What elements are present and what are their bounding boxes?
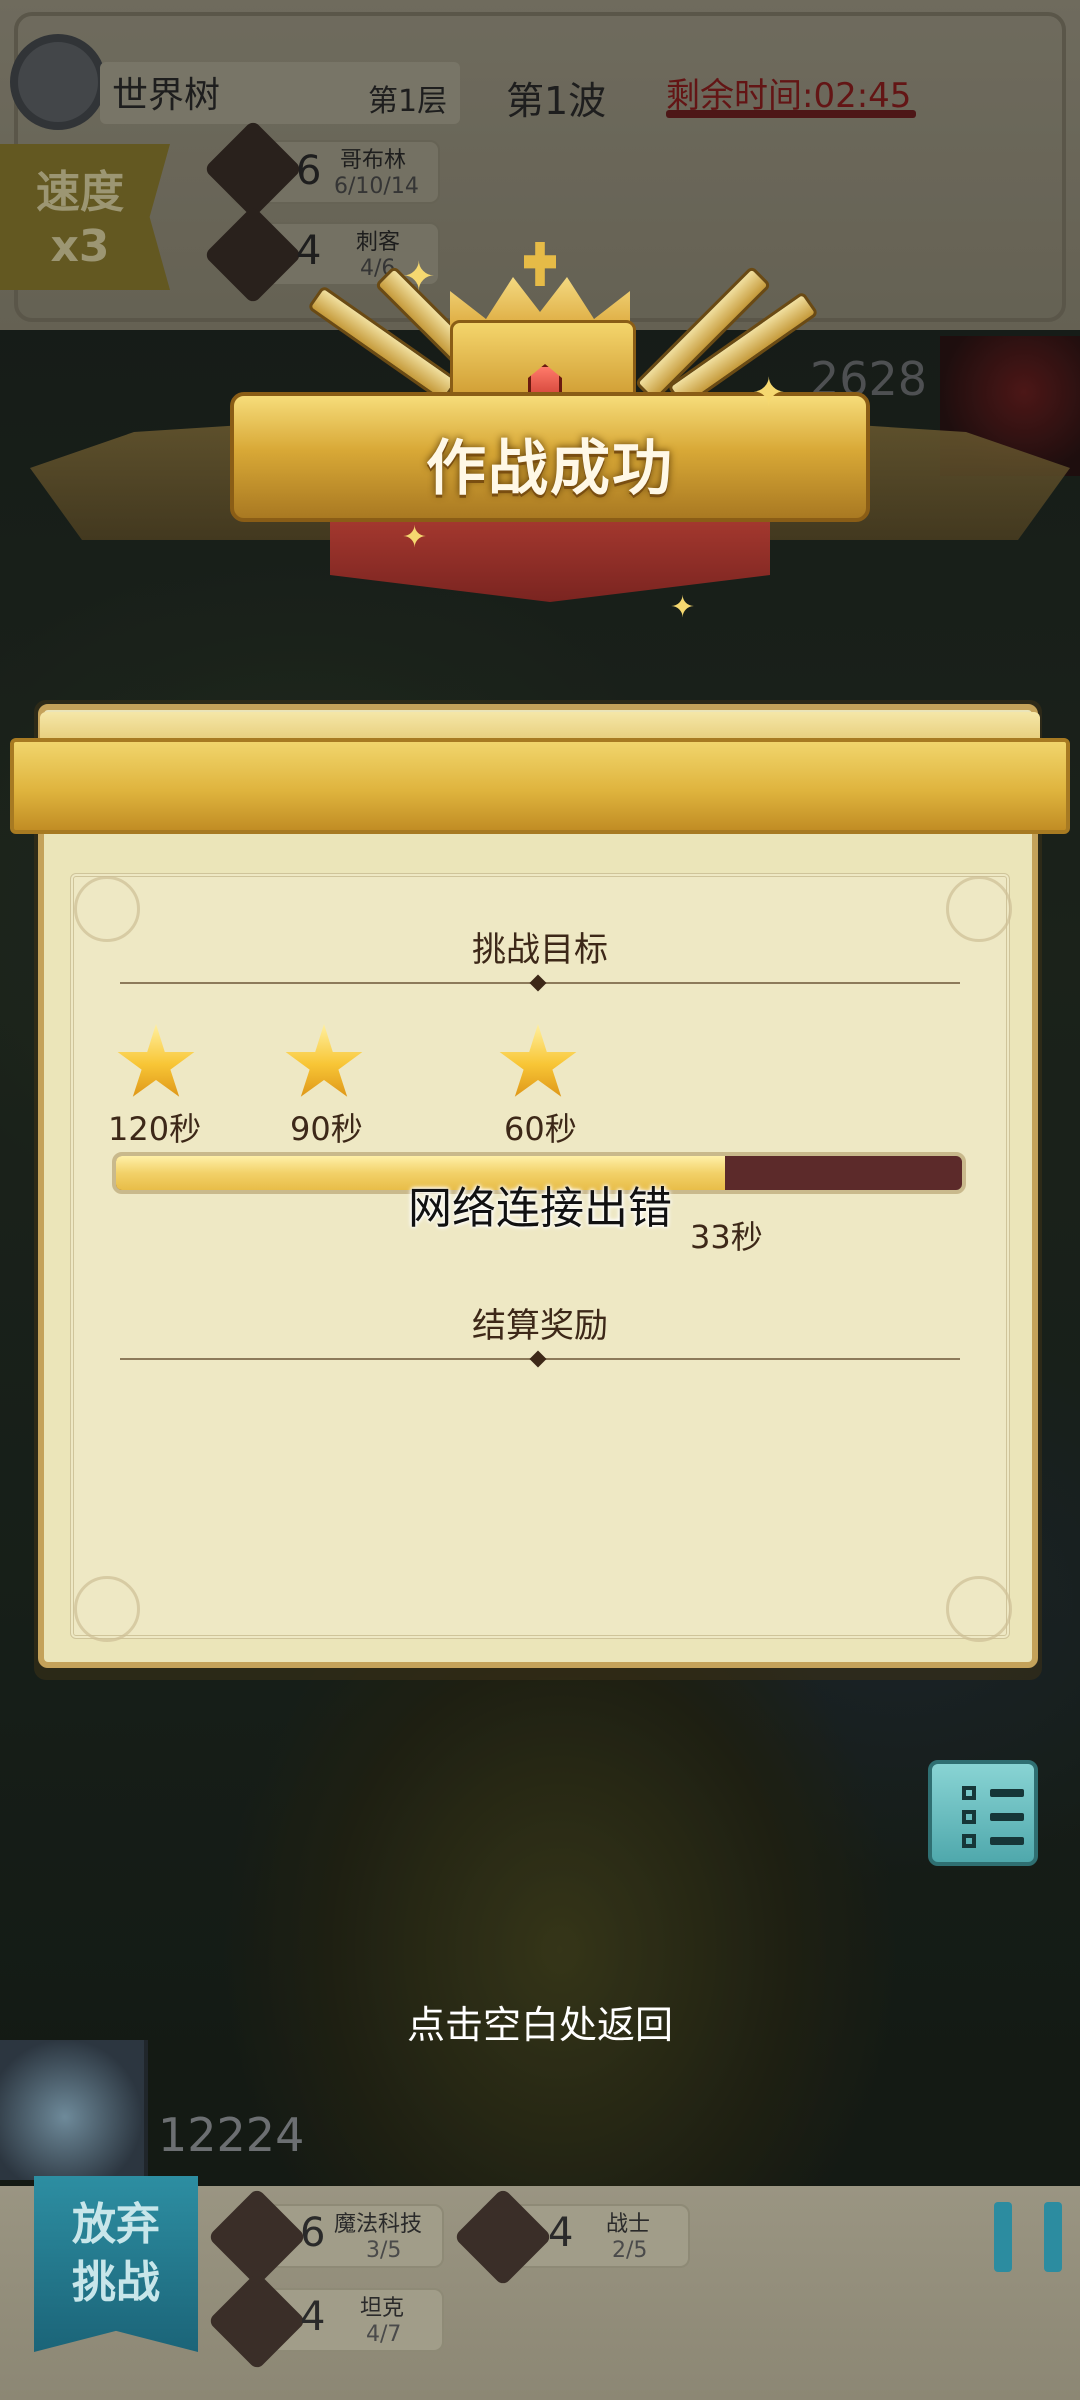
synergy-progress: 2/5 <box>612 2238 648 2263</box>
panel-header <box>10 738 1070 834</box>
list-icon-box <box>962 1786 976 1800</box>
list-icon[interactable] <box>928 1760 1038 1866</box>
list-icon-line <box>990 1789 1024 1797</box>
list-icon-line <box>990 1837 1024 1845</box>
pause-bar[interactable] <box>994 2202 1012 2272</box>
synergy-count: 4 <box>548 2210 574 2256</box>
star-time-label: 60秒 <box>504 1110 577 1148</box>
quit-challenge-label: 放弃 挑战 <box>34 2196 198 2312</box>
sparkle-icon: ✦ <box>402 254 436 300</box>
pause-bar[interactable] <box>1044 2202 1062 2272</box>
quit-label-line1: 放弃 <box>72 2199 160 2250</box>
challenge-title: 挑战目标 <box>472 930 608 970</box>
list-icon-box <box>962 1834 976 1848</box>
network-error-toast: 网络连接出错 <box>408 1183 672 1234</box>
star-time-label: 90秒 <box>290 1110 363 1148</box>
synergy-name: 坦克 <box>360 2296 405 2321</box>
synergy-count: 4 <box>300 2294 326 2340</box>
list-icon-line <box>990 1813 1024 1821</box>
sparkle-icon: ✦ <box>670 590 696 625</box>
synergy-count: 6 <box>300 2210 326 2256</box>
player-card[interactable] <box>0 2040 148 2180</box>
synergy-name: 魔法科技 <box>334 2212 423 2237</box>
synergy-name: 战士 <box>606 2212 651 2237</box>
list-icon-box <box>962 1810 976 1824</box>
quit-label-line2: 挑战 <box>72 2257 160 2308</box>
tap-to-return-hint: 点击空白处返回 <box>406 2003 673 2047</box>
victory-title: 作战成功 <box>426 434 674 504</box>
player-score: 12224 <box>158 2108 305 2162</box>
synergy-progress: 4/7 <box>366 2322 402 2347</box>
synergy-progress: 3/5 <box>366 2238 402 2263</box>
ornament-corner <box>74 1576 140 1642</box>
sparkle-icon: ✦ <box>402 520 428 555</box>
reward-title: 结算奖励 <box>472 1306 608 1346</box>
star-time-label: 120秒 <box>108 1110 202 1148</box>
ornament-corner <box>946 1576 1012 1642</box>
sparkle-icon: ✦ <box>752 370 786 416</box>
